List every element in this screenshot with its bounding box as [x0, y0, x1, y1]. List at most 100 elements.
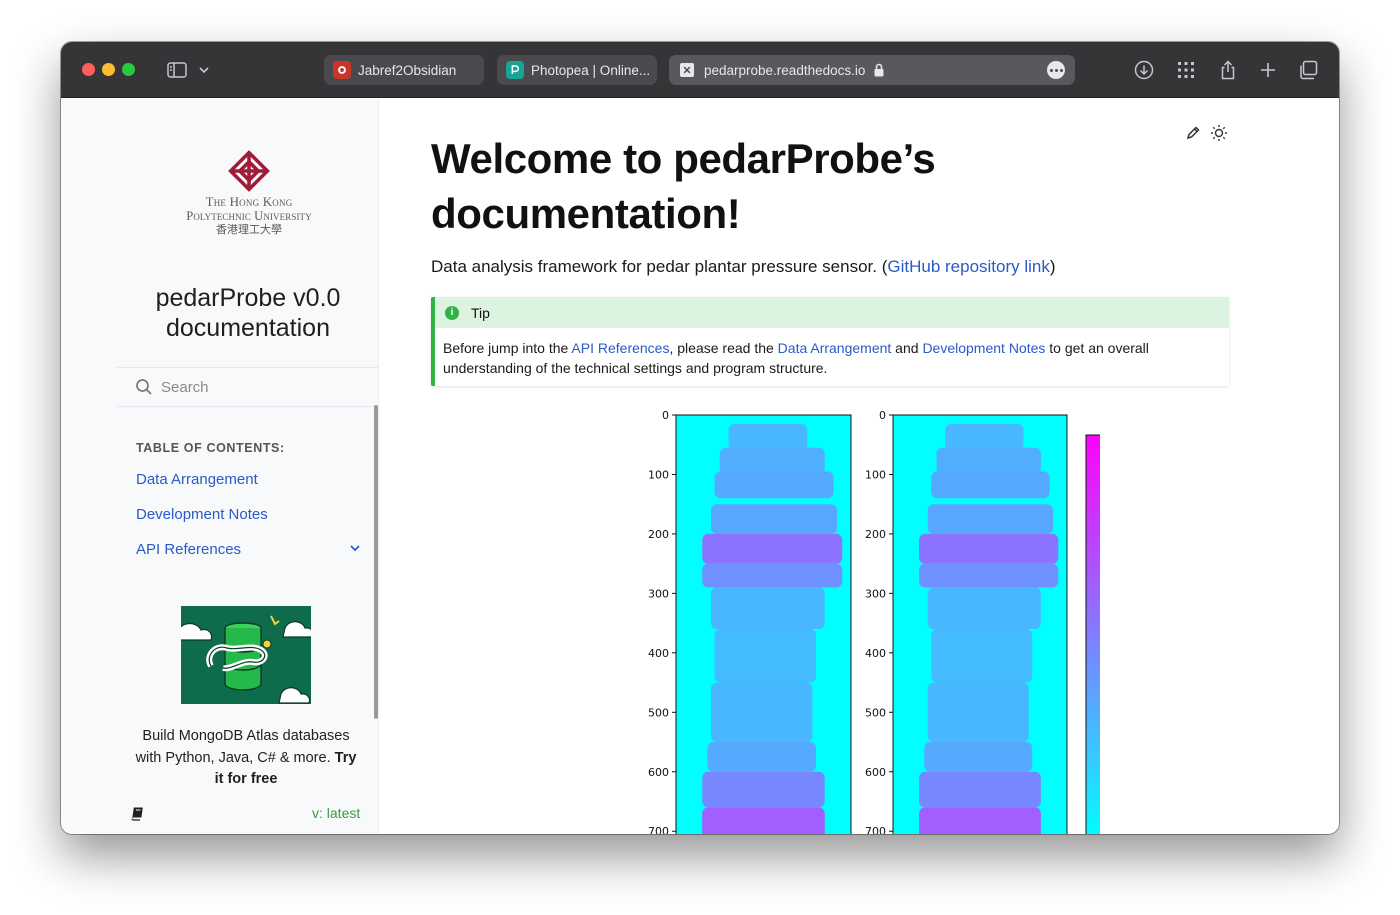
more-options-icon[interactable]: [1047, 61, 1065, 79]
project-title[interactable]: pedarProbe v0.0 documentation: [121, 283, 375, 343]
y-tick-label: 500: [865, 706, 886, 719]
ad-image[interactable]: [181, 606, 311, 704]
version-selector[interactable]: v: latest: [312, 805, 360, 821]
development-notes-link[interactable]: Development Notes: [922, 340, 1045, 356]
university-logo[interactable]: The Hong Kong Polytechnic University 香港理…: [156, 149, 342, 237]
y-tick-label: 200: [865, 528, 886, 541]
tip-header: i Tip: [435, 297, 1229, 328]
heatmap-cell: [714, 471, 834, 499]
tip-text: Before jump into the: [443, 340, 572, 356]
tip-body: Before jump into the API References, ple…: [435, 328, 1229, 378]
heatmap-cell: [931, 629, 1033, 683]
y-tick-label: 300: [648, 587, 669, 600]
heatmap-cell: [945, 423, 1024, 451]
share-icon[interactable]: [1217, 59, 1239, 81]
heatmap-cell: [711, 587, 825, 630]
y-tick-label: 400: [648, 647, 669, 660]
search-icon: [135, 378, 153, 396]
heatmap-cell: [702, 533, 843, 564]
y-tick-label: 600: [648, 766, 669, 779]
grid-icon[interactable]: [1175, 59, 1197, 81]
jabref-favicon-icon: [333, 61, 351, 79]
browser-window: Jabref2Obsidian Photopea | Online... ped…: [61, 42, 1339, 834]
y-tick-label: 700: [648, 825, 669, 834]
page-title: Welcome to pedarProbe’s documentation!: [431, 135, 936, 237]
pressure-heatmap-figure: 0 100 200 300 400 500 600 700 0 100 200 300 400 500 60…: [648, 409, 1100, 834]
y-tick-label: 200: [648, 528, 669, 541]
heatmap-cell: [927, 587, 1041, 630]
heatmap-cell: [702, 807, 825, 834]
tab-overview-icon[interactable]: [1297, 59, 1319, 81]
colorbar: [1085, 434, 1100, 834]
download-icon[interactable]: [1133, 59, 1155, 81]
sidebar-toggle-icon[interactable]: [166, 59, 188, 81]
search-box[interactable]: [117, 367, 379, 407]
heatmap-cell: [919, 563, 1059, 588]
tip-title: Tip: [471, 304, 490, 321]
chevron-down-icon[interactable]: [197, 59, 211, 81]
toc-item-api-references[interactable]: API References: [136, 541, 241, 558]
chevron-down-icon[interactable]: [348, 541, 362, 555]
sidebar: The Hong Kong Polytechnic University 香港理…: [61, 99, 379, 834]
y-tick-label: 500: [648, 706, 669, 719]
logo-text-line1: The Hong Kong: [205, 194, 293, 209]
toc-caption: TABLE OF CONTENTS:: [136, 441, 285, 455]
tab-jabref2obsidian[interactable]: Jabref2Obsidian: [324, 55, 484, 85]
heatmap-cell: [927, 682, 1029, 743]
book-icon[interactable]: [131, 806, 146, 821]
github-repository-link[interactable]: GitHub repository link: [887, 257, 1050, 276]
lock-icon: [873, 63, 885, 77]
y-tick-label: 700: [865, 825, 886, 834]
tab-photopea[interactable]: Photopea | Online...: [497, 55, 657, 85]
main-content: Welcome to pedarProbe’s documentation! D…: [380, 99, 1339, 834]
ad-text-plain: Build MongoDB Atlas databases with Pytho…: [135, 728, 350, 766]
heatmap-cell: [719, 447, 825, 475]
zoom-window-button[interactable]: [122, 63, 135, 76]
heatmap-cell: [924, 742, 1033, 772]
heatmap-cell: [711, 682, 813, 743]
photopea-favicon-icon: [506, 61, 524, 79]
toc-item-development-notes[interactable]: Development Notes: [136, 506, 268, 523]
y-tick-label: 100: [648, 468, 669, 481]
new-tab-icon[interactable]: [1257, 59, 1279, 81]
tab-label: pedarprobe.readthedocs.io: [704, 62, 866, 78]
api-references-link[interactable]: API References: [571, 340, 669, 356]
intro-text-end: ): [1049, 257, 1056, 276]
y-tick-label: 100: [865, 468, 886, 481]
page-favicon-icon: [680, 63, 694, 77]
heatmap-cell: [728, 423, 808, 451]
sidebar-scrollbar[interactable]: [374, 405, 378, 719]
logo-text-line3: 香港理工大學: [216, 223, 282, 236]
mongodb-ad-illustration-icon: [181, 606, 311, 704]
ad-text[interactable]: Build MongoDB Atlas databases with Pytho…: [131, 726, 361, 791]
heatmap-cell: [702, 771, 825, 808]
heatmap-cell: [702, 563, 843, 588]
data-arrangement-link[interactable]: Data Arrangement: [778, 340, 892, 356]
tip-admonition: i Tip Before jump into the API Reference…: [431, 297, 1229, 386]
toc-item-data-arrangement[interactable]: Data Arrangement: [136, 471, 258, 488]
y-tick-label: 0: [879, 409, 886, 422]
heatmap-cell: [714, 629, 816, 683]
heatmap-cell: [927, 504, 1054, 534]
y-tick-label: 300: [865, 587, 886, 600]
edit-page-icon[interactable]: [1185, 125, 1201, 141]
search-input[interactable]: [161, 378, 361, 396]
tab-pedarprobe-active[interactable]: pedarprobe.readthedocs.io: [669, 55, 1075, 85]
tip-text: , please read the: [669, 340, 778, 356]
tip-text: and: [891, 340, 923, 356]
theme-toggle-icon[interactable]: [1210, 124, 1228, 142]
heatmap-cell: [936, 447, 1041, 475]
tab-label: Photopea | Online...: [531, 62, 651, 78]
close-window-button[interactable]: [82, 63, 95, 76]
intro-paragraph: Data analysis framework for pedar planta…: [431, 257, 1056, 277]
minimize-window-button[interactable]: [102, 63, 115, 76]
heatmap-cell: [711, 504, 837, 534]
heatmap-cell: [931, 471, 1050, 499]
tab-label: Jabref2Obsidian: [358, 62, 457, 78]
heatmap-cell: [919, 807, 1041, 834]
heatmap-cell: [919, 771, 1041, 808]
heatmap-cell: [707, 742, 816, 772]
info-icon: i: [445, 305, 459, 320]
polyu-emblem-icon: [228, 150, 270, 192]
title-bar: Jabref2Obsidian Photopea | Online... ped…: [61, 42, 1339, 98]
